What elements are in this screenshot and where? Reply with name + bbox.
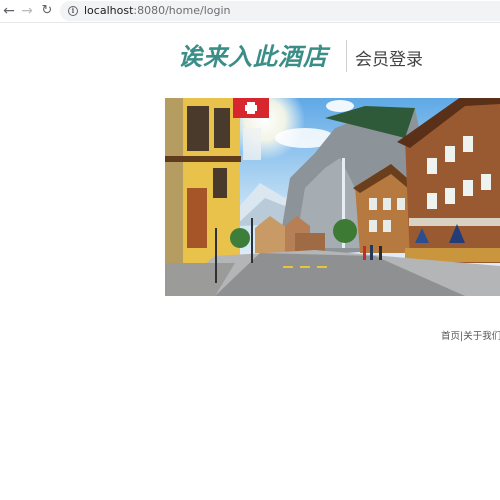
reload-icon[interactable]: ↻ bbox=[38, 1, 56, 21]
browser-toolbar: ← → ↻ i localhost:8080/home/login bbox=[0, 0, 500, 23]
url-path: :8080/home/login bbox=[133, 4, 231, 17]
forward-arrow-icon[interactable]: → bbox=[18, 1, 36, 21]
banner-image bbox=[165, 98, 500, 296]
page-title: 会员登录 bbox=[355, 50, 423, 70]
url-host: localhost bbox=[84, 4, 134, 17]
footer-links: 首页|关于我们 bbox=[441, 328, 500, 342]
address-bar[interactable]: i localhost:8080/home/login bbox=[60, 1, 500, 21]
site-logo[interactable]: 诶来入此酒店 bbox=[178, 40, 338, 74]
footer-link-about[interactable]: 关于我们 bbox=[463, 331, 500, 342]
back-arrow-icon[interactable]: ← bbox=[0, 1, 18, 21]
header-divider bbox=[346, 40, 347, 72]
url-text[interactable]: localhost:8080/home/login bbox=[84, 1, 230, 21]
banner-scene bbox=[165, 98, 500, 296]
logo-text: 诶来入此酒店 bbox=[178, 42, 328, 71]
info-icon[interactable]: i bbox=[68, 6, 78, 16]
footer-link-home[interactable]: 首页 bbox=[441, 331, 460, 342]
